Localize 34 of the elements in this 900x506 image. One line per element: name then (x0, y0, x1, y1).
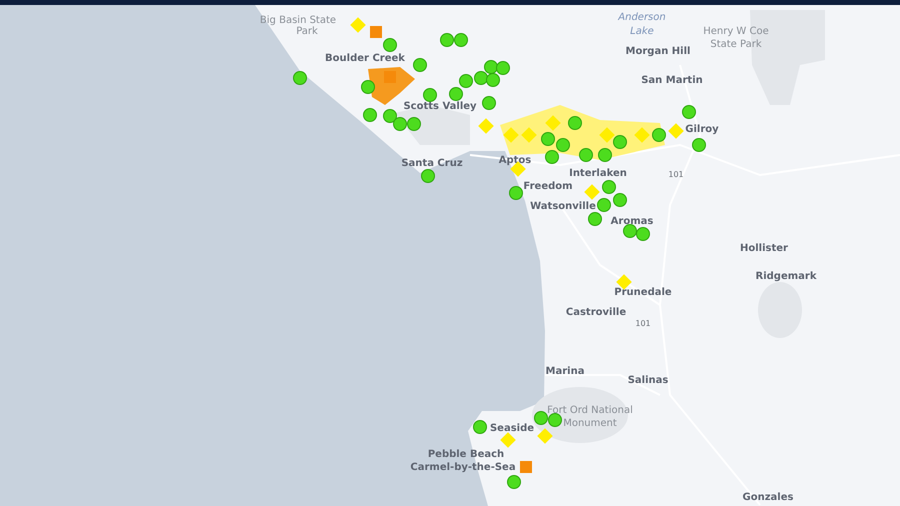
place-label: Castroville (566, 307, 626, 318)
place-label: Salinas (628, 375, 668, 386)
place-label: Gonzales (742, 492, 794, 503)
place-label: 101 (668, 170, 684, 179)
place-label: Seaside (490, 423, 534, 434)
place-label: Pebble Beach (428, 449, 504, 460)
place-label: San Martin (641, 75, 703, 86)
place-label: Carmel-by-the-Sea (410, 462, 516, 473)
place-label: Ridgemark (756, 271, 816, 282)
place-label: Boulder Creek (325, 53, 405, 64)
place-label: Park (296, 26, 318, 37)
place-label: Freedom (523, 181, 573, 192)
place-label: Marina (546, 366, 584, 377)
place-label: Morgan Hill (626, 46, 690, 57)
square-marker-icon[interactable] (520, 461, 532, 473)
place-label: Hollister (740, 243, 788, 254)
place-label: Watsonville (530, 201, 596, 212)
place-label: State Park (710, 39, 762, 50)
place-label: Monument (563, 418, 617, 429)
place-label: Interlaken (569, 168, 627, 179)
place-label: Big Basin State (260, 15, 336, 26)
place-label: Gilroy (685, 124, 719, 135)
place-label: Lake (630, 26, 654, 37)
place-label: 101 (635, 319, 651, 328)
place-label: Henry W Coe (703, 26, 769, 37)
diamond-marker-icon[interactable] (503, 127, 519, 143)
place-label: Prunedale (614, 287, 672, 298)
place-label: Aromas (610, 216, 654, 227)
square-marker-icon[interactable] (370, 26, 382, 38)
place-label: Santa Cruz (401, 158, 463, 169)
place-label: Aptos (498, 155, 532, 166)
place-label: Scotts Valley (403, 101, 477, 112)
place-label: Anderson (618, 12, 666, 23)
place-label: Fort Ord National (547, 405, 633, 416)
